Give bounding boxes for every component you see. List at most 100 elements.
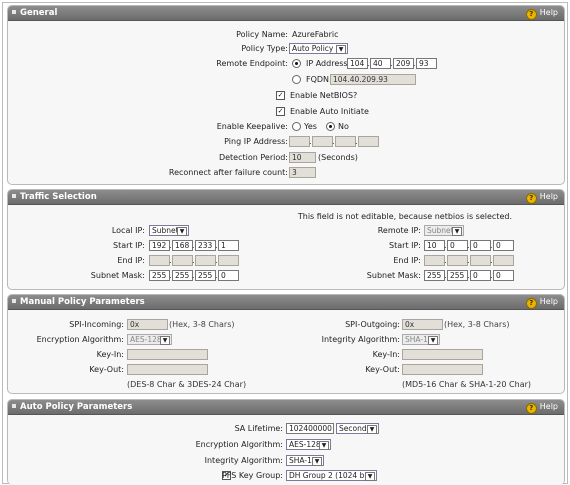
manual-integrity-value: SHA-1 <box>405 335 428 344</box>
remote-subnet-mask-label: Subnet Mask: <box>366 271 421 280</box>
local-mask-octet-2[interactable]: 255 <box>172 270 193 281</box>
help-link[interactable]: ? Help <box>525 7 558 20</box>
remote-end-ip-octet-2[interactable] <box>447 255 468 266</box>
enable-auto-initiate-checkbox[interactable]: ✓ <box>276 107 285 116</box>
remote-end-ip-label: End IP: <box>393 256 421 265</box>
detection-period-label: Detection Period: <box>218 153 288 162</box>
policy-type-label: Policy Type: <box>241 44 288 53</box>
remote-start-ip-octet-2[interactable]: 0 <box>447 240 468 251</box>
fqdn-radio[interactable] <box>292 75 301 84</box>
help-icon[interactable]: ? <box>525 298 537 309</box>
sa-lifetime-unit-select[interactable]: Seconds ▼ <box>336 423 379 434</box>
ip-octet-2[interactable]: 40 <box>370 58 391 69</box>
sa-lifetime-input[interactable]: 102400000 <box>286 423 334 434</box>
ping-ip-octet-2[interactable] <box>312 136 333 147</box>
remote-start-ip-octet-1[interactable]: 10 <box>424 240 445 251</box>
ping-ip-octet-4[interactable] <box>358 136 379 147</box>
key-out-right-input[interactable] <box>402 364 483 375</box>
policy-name-value: AzureFabric <box>292 30 339 39</box>
fqdn-input[interactable]: 104.40.209.93 <box>330 74 416 85</box>
policy-type-select[interactable]: Auto Policy ▼ <box>289 43 348 54</box>
help-label[interactable]: Help <box>540 402 558 411</box>
local-end-ip-octet-4[interactable] <box>218 255 239 266</box>
enable-netbios-checkbox[interactable]: ✓ <box>276 91 285 100</box>
key-in-input[interactable] <box>127 349 208 360</box>
remote-mask-octet-4[interactable]: 0 <box>493 270 514 281</box>
detection-period-input[interactable]: 10 <box>289 152 316 163</box>
auto-integrity-select[interactable]: SHA-1 ▼ <box>286 455 324 466</box>
auto-encryption-value: AES-128 <box>289 440 321 449</box>
ip-octet-3[interactable]: 209 <box>393 58 414 69</box>
help-link[interactable]: ? Help <box>525 401 558 414</box>
pfs-key-group-value: DH Group 2 (1024 bit) <box>289 471 373 480</box>
ip-address-label: IP Address: <box>306 59 351 68</box>
help-icon[interactable]: ? <box>525 403 537 414</box>
chevron-down-icon: ▼ <box>428 336 438 345</box>
enable-netbios-label: Enable NetBIOS? <box>290 91 358 100</box>
section-bullet-icon <box>12 194 16 198</box>
auto-encryption-select[interactable]: AES-128 ▼ <box>286 439 331 450</box>
keepalive-no-radio[interactable] <box>326 122 335 131</box>
chevron-down-icon: ▼ <box>177 227 187 236</box>
spi-incoming-label: SPI-Incoming: <box>69 320 124 329</box>
manual-integrity-select[interactable]: SHA-1 ▼ <box>402 334 440 345</box>
local-mask-octet-3[interactable]: 255 <box>195 270 216 281</box>
keepalive-yes-radio[interactable] <box>292 122 301 131</box>
key-out-input[interactable] <box>127 364 208 375</box>
spi-outgoing-input[interactable]: 0x <box>402 319 443 330</box>
help-icon[interactable]: ? <box>525 9 537 20</box>
pfs-key-group-select[interactable]: DH Group 2 (1024 bit) ▼ <box>286 470 377 481</box>
local-mask-octet-1[interactable]: 255 <box>149 270 170 281</box>
chevron-down-icon: ▼ <box>336 45 346 54</box>
reconnect-count-input[interactable]: 3 <box>289 167 316 178</box>
remote-start-ip-label: Start IP: <box>389 241 421 250</box>
ping-ip-octet-1[interactable] <box>289 136 310 147</box>
auto-encryption-label: Encryption Algorithm: <box>195 440 283 449</box>
help-label[interactable]: Help <box>540 192 558 201</box>
key-out-right-label: Key-Out: <box>365 365 400 374</box>
enable-keepalive-label: Enable Keepalive: <box>216 122 288 131</box>
traffic-header: Traffic Selection ? Help <box>8 190 564 205</box>
local-mask-octet-4[interactable]: 0 <box>218 270 239 281</box>
ip-address-radio[interactable] <box>292 59 301 68</box>
remote-mask-octet-2[interactable]: 255 <box>447 270 468 281</box>
local-ip-type-select[interactable]: Subnet ▼ <box>149 225 189 236</box>
local-end-ip-octet-2[interactable] <box>172 255 193 266</box>
chevron-down-icon: ▼ <box>312 457 322 466</box>
help-link[interactable]: ? Help <box>525 191 558 204</box>
manual-encryption-select[interactable]: AES-128 ▼ <box>127 334 172 345</box>
remote-start-ip-octet-4[interactable]: 0 <box>493 240 514 251</box>
local-start-ip-label: Start IP: <box>113 241 145 250</box>
remote-end-ip-octet-3[interactable] <box>470 255 491 266</box>
spi-incoming-input[interactable]: 0x <box>127 319 168 330</box>
remote-end-ip-octet-1[interactable] <box>424 255 445 266</box>
key-in-right-input[interactable] <box>402 349 483 360</box>
manual-policy-section: Manual Policy Parameters ? Help SPI-Incom… <box>7 294 565 394</box>
ip-octet-4[interactable]: 93 <box>416 58 437 69</box>
remote-end-ip-octet-4[interactable] <box>493 255 514 266</box>
remote-ip-type-select[interactable]: Subnet ▼ <box>424 225 464 236</box>
local-end-ip-octet-3[interactable] <box>195 255 216 266</box>
keepalive-yes-label: Yes <box>304 122 317 131</box>
ip-octet-1[interactable]: 104 <box>347 58 368 69</box>
remote-start-ip-octet-3[interactable]: 0 <box>470 240 491 251</box>
remote-mask-octet-1[interactable]: 255 <box>424 270 445 281</box>
help-label[interactable]: Help <box>540 8 558 17</box>
help-icon[interactable]: ? <box>525 193 537 204</box>
auto-title: Auto Policy Parameters <box>20 402 133 412</box>
remote-mask-octet-3[interactable]: 0 <box>470 270 491 281</box>
ping-ip-octet-3[interactable] <box>335 136 356 147</box>
help-label[interactable]: Help <box>540 297 558 306</box>
local-start-ip-octet-3[interactable]: 233 <box>195 240 216 251</box>
local-end-ip-octet-1[interactable] <box>149 255 170 266</box>
local-start-ip-octet-4[interactable]: 1 <box>218 240 239 251</box>
key-in-right-label: Key-In: <box>372 350 400 359</box>
reconnect-label: Reconnect after failure count: <box>168 168 288 177</box>
help-link[interactable]: ? Help <box>525 296 558 309</box>
local-start-ip-octet-2[interactable]: 168 <box>172 240 193 251</box>
remote-ip-type-value: Subnet <box>427 226 454 235</box>
chevron-down-icon: ▼ <box>160 336 170 345</box>
netbios-note: This field is not editable, because netb… <box>297 212 512 221</box>
auto-integrity-label: Integrity Algorithm: <box>204 456 283 465</box>
local-start-ip-octet-1[interactable]: 192 <box>149 240 170 251</box>
